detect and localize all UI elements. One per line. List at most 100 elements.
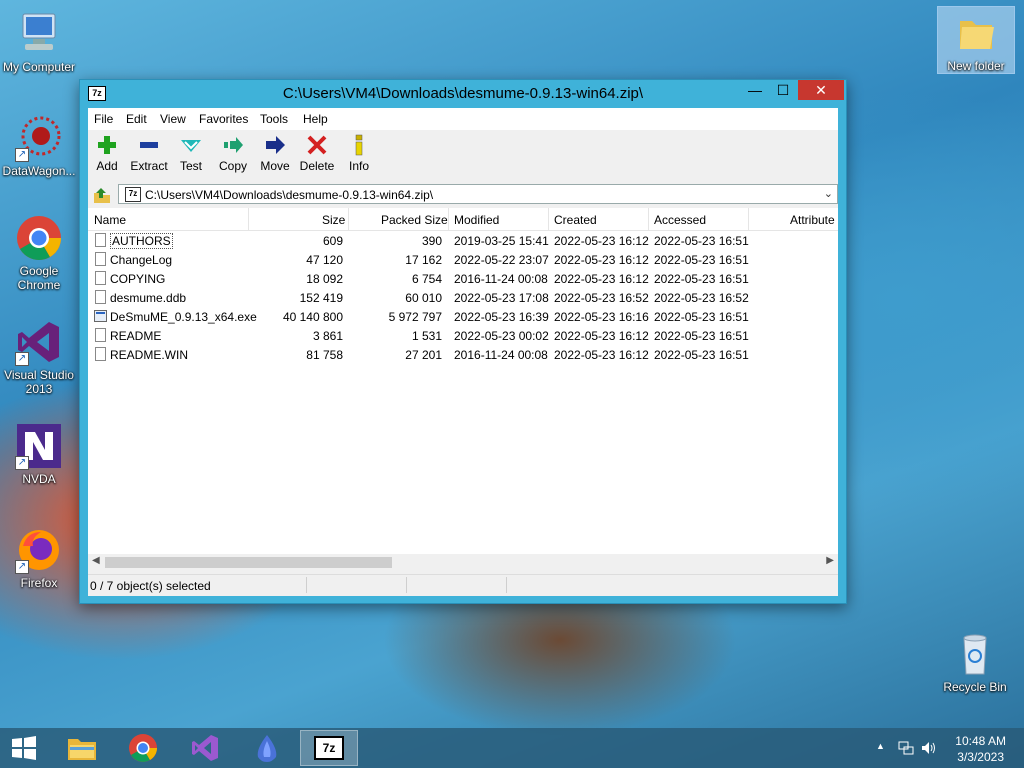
7zip-icon: 7z bbox=[314, 736, 344, 760]
test-button[interactable]: Test bbox=[169, 134, 213, 173]
table-row[interactable]: COPYING 18 092 6 754 2016-11-24 00:08 20… bbox=[88, 269, 838, 288]
network-icon bbox=[898, 741, 914, 755]
taskbar-chrome[interactable] bbox=[114, 730, 172, 766]
info-button[interactable]: Info bbox=[337, 134, 381, 173]
column-accessed[interactable]: Accessed bbox=[654, 213, 706, 227]
taskbar-7zip[interactable]: 7z bbox=[300, 730, 358, 766]
desktop-icon-label: Visual Studio 2013 bbox=[4, 368, 74, 396]
column-packed-size[interactable]: Packed Size bbox=[381, 213, 448, 227]
desktop-icon-my-computer[interactable]: My Computer bbox=[1, 10, 77, 74]
windows-logo-icon bbox=[12, 736, 36, 760]
column-modified[interactable]: Modified bbox=[454, 213, 499, 227]
volume-icon bbox=[922, 742, 935, 754]
chevron-down-icon[interactable]: ⌄ bbox=[824, 187, 833, 200]
arrow-right-icon bbox=[263, 134, 287, 156]
taskbar-nvda[interactable] bbox=[238, 730, 296, 766]
firefox-icon: ↗ bbox=[15, 526, 63, 574]
folder-up-icon bbox=[94, 188, 110, 203]
datawagon-icon: ↗ bbox=[15, 114, 63, 162]
clock-time: 10:48 AM bbox=[955, 734, 1006, 748]
menu-favorites[interactable]: Favorites bbox=[199, 112, 248, 126]
file-icon bbox=[95, 252, 106, 266]
window-title: C:\Users\VM4\Downloads\desmume-0.9.13-wi… bbox=[282, 85, 644, 102]
extract-button[interactable]: Extract bbox=[127, 134, 171, 173]
desktop-icon-label: Firefox bbox=[20, 576, 58, 590]
table-row[interactable]: desmume.ddb 152 419 60 010 2022-05-23 17… bbox=[88, 288, 838, 307]
menu-edit[interactable]: Edit bbox=[126, 112, 147, 126]
menu-bar: File Edit View Favorites Tools Help bbox=[88, 108, 838, 130]
chrome-icon bbox=[129, 734, 157, 762]
shortcut-arrow-icon: ↗ bbox=[15, 560, 29, 574]
delete-button[interactable]: Delete bbox=[295, 134, 339, 173]
computer-icon bbox=[15, 10, 63, 58]
desktop-icon-google-chrome[interactable]: Google Chrome bbox=[1, 214, 77, 292]
add-button[interactable]: Add bbox=[85, 134, 129, 173]
chrome-icon bbox=[15, 214, 63, 262]
status-bar: 0 / 7 object(s) selected bbox=[88, 574, 838, 596]
menu-view[interactable]: View bbox=[160, 112, 186, 126]
list-header: Name Size Packed Size Modified Created A… bbox=[88, 208, 838, 231]
desktop-icon-label: Google Chrome bbox=[17, 264, 61, 292]
shortcut-arrow-icon: ↗ bbox=[15, 352, 29, 366]
selection-status: 0 / 7 object(s) selected bbox=[90, 579, 211, 593]
nvda-icon bbox=[257, 735, 277, 762]
address-path: C:\Users\VM4\Downloads\desmume-0.9.13-wi… bbox=[145, 188, 434, 202]
clock-date: 3/3/2023 bbox=[957, 750, 1004, 764]
column-attributes[interactable]: Attribute bbox=[790, 213, 835, 227]
show-hidden-icons-icon[interactable]: ▲ bbox=[876, 741, 885, 751]
file-icon bbox=[95, 271, 106, 285]
menu-help[interactable]: Help bbox=[303, 112, 328, 126]
desktop-icon-firefox[interactable]: ↗ Firefox bbox=[1, 526, 77, 590]
column-created[interactable]: Created bbox=[554, 213, 597, 227]
column-size[interactable]: Size bbox=[322, 213, 345, 227]
file-icon bbox=[95, 233, 106, 247]
desktop-icon-label: NVDA bbox=[22, 472, 56, 486]
nvda-icon: ↗ bbox=[15, 422, 63, 470]
close-button[interactable]: ✕ bbox=[798, 80, 844, 100]
desktop-icon-label: New folder bbox=[947, 59, 1005, 73]
shortcut-arrow-icon: ↗ bbox=[15, 148, 29, 162]
table-row[interactable]: README.WIN 81 758 27 201 2016-11-24 00:0… bbox=[88, 345, 838, 364]
shortcut-arrow-icon: ↗ bbox=[15, 456, 29, 470]
desktop-icon-recycle-bin[interactable]: Recycle Bin bbox=[937, 630, 1013, 694]
desktop-icon-label: My Computer bbox=[2, 60, 76, 74]
move-button[interactable]: Move bbox=[253, 134, 297, 173]
title-bar[interactable]: 7z C:\Users\VM4\Downloads\desmume-0.9.13… bbox=[80, 80, 846, 106]
desktop-icon-visual-studio[interactable]: ↗ Visual Studio 2013 bbox=[1, 318, 77, 396]
x-icon bbox=[305, 134, 329, 156]
column-name[interactable]: Name bbox=[94, 213, 126, 227]
file-icon bbox=[95, 328, 106, 342]
clock[interactable]: 10:48 AM 3/3/2023 bbox=[955, 733, 1006, 765]
check-icon bbox=[179, 134, 203, 156]
file-icon bbox=[95, 290, 106, 304]
table-row[interactable]: README 3 861 1 531 2022-05-23 00:02 2022… bbox=[88, 326, 838, 345]
table-row[interactable]: DeSmuME_0.9.13_x64.exe 40 140 800 5 972 … bbox=[88, 307, 838, 326]
file-list[interactable]: Name Size Packed Size Modified Created A… bbox=[88, 208, 838, 559]
table-row[interactable]: ChangeLog 47 120 17 162 2022-05-22 23:07… bbox=[88, 250, 838, 269]
scroll-right-icon[interactable]: ▶ bbox=[826, 555, 834, 566]
recycle-bin-icon bbox=[951, 630, 999, 678]
start-button[interactable] bbox=[0, 730, 48, 766]
menu-tools[interactable]: Tools bbox=[260, 112, 288, 126]
taskbar-visual-studio[interactable] bbox=[176, 730, 234, 766]
desktop-icon-datawagon[interactable]: ↗ DataWagon... bbox=[1, 114, 77, 178]
address-combobox[interactable]: 7z C:\Users\VM4\Downloads\desmume-0.9.13… bbox=[118, 184, 838, 204]
application-icon bbox=[94, 310, 107, 322]
desktop-icon-new-folder[interactable]: New folder bbox=[937, 6, 1015, 74]
desktop-icon-label: Recycle Bin bbox=[943, 680, 1007, 694]
scrollbar-thumb[interactable] bbox=[105, 557, 392, 568]
archive-icon: 7z bbox=[125, 187, 141, 202]
maximize-button[interactable]: ☐ bbox=[770, 80, 796, 100]
table-row[interactable]: AUTHORS 609 390 2019-03-25 15:41 2022-05… bbox=[88, 231, 838, 250]
menu-file[interactable]: File bbox=[94, 112, 113, 126]
taskbar: 7z ▲ 10:48 AM 3/3/2023 bbox=[0, 728, 1024, 768]
minimize-button[interactable]: — bbox=[742, 80, 768, 100]
copy-button[interactable]: Copy bbox=[211, 134, 255, 173]
horizontal-scrollbar[interactable]: ◀ ▶ bbox=[88, 554, 838, 571]
info-icon bbox=[347, 134, 371, 156]
scroll-left-icon[interactable]: ◀ bbox=[92, 555, 100, 566]
desktop-icon-nvda[interactable]: ↗ NVDA bbox=[1, 422, 77, 486]
taskbar-file-explorer[interactable] bbox=[53, 730, 111, 766]
window-client-area: File Edit View Favorites Tools Help Add … bbox=[85, 108, 838, 596]
up-folder-button[interactable] bbox=[92, 185, 112, 205]
